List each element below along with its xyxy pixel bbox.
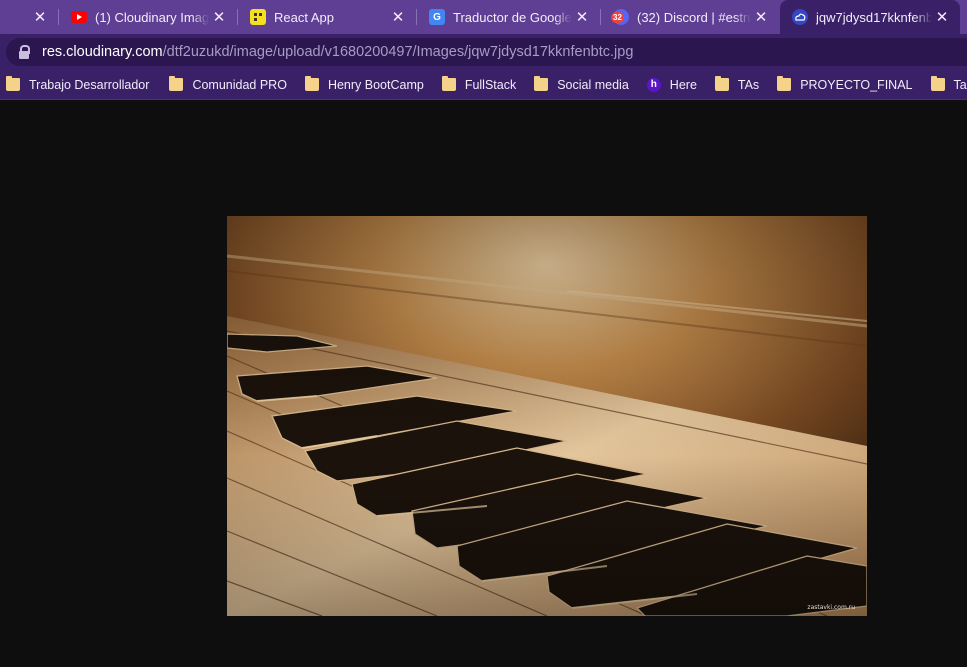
tab-strip: ✕ (1) Cloudinary Image Upload ✕ React Ap… [0, 0, 967, 34]
piano-keys-image[interactable]: zastavki.com.ru [227, 216, 867, 616]
tab-title: jqw7jdysd17kknfenbtc.jpg [816, 9, 932, 25]
henry-icon: h [646, 77, 661, 92]
tab-cloudinary-upload[interactable]: (1) Cloudinary Image Upload ✕ [59, 0, 237, 34]
bookmark-label: Henry BootCamp [327, 77, 424, 92]
bookmark-label: PROYECTO_FINAL [800, 77, 913, 92]
browser-toolbar: res.cloudinary.com/dtf2uzukd/image/uploa… [0, 34, 967, 70]
tab-hidden[interactable]: ✕ [0, 0, 58, 34]
piano-photo-art [227, 216, 867, 616]
folder-icon [6, 76, 20, 91]
bookmark-label: Comunidad PRO [192, 77, 287, 92]
close-icon[interactable]: ✕ [388, 7, 408, 27]
bookmark-label: Here [669, 77, 697, 92]
google-translate-icon: G [429, 9, 445, 25]
react-app-icon [250, 9, 266, 25]
folder-icon [930, 76, 945, 91]
bookmark-proyecto-final[interactable]: PROYECTO_FINAL [777, 70, 913, 99]
close-icon[interactable]: ✕ [751, 7, 771, 27]
bookmark-social-media[interactable]: Social media [534, 70, 629, 99]
bookmark-tas[interactable]: TAs [714, 70, 760, 99]
bookmark-tareas-pf[interactable]: Tareas PF [930, 70, 967, 99]
tab-title: Traductor de Google [453, 9, 572, 25]
tab-google-translate[interactable]: G Traductor de Google ✕ [417, 0, 600, 34]
image-watermark: zastavki.com.ru [807, 604, 855, 611]
bookmark-label: Trabajo Desarrollador [29, 77, 150, 92]
tab-title: (32) Discord | #estructura [637, 9, 751, 25]
bookmark-fullstack[interactable]: FullStack [441, 70, 517, 99]
bookmark-henry-bootcamp[interactable]: Henry BootCamp [304, 70, 424, 99]
folder-icon [441, 76, 456, 91]
bookmark-here[interactable]: h Here [646, 70, 697, 99]
close-icon[interactable]: ✕ [572, 7, 592, 27]
notification-badge: 32 [611, 12, 624, 23]
tab-active-image[interactable]: jqw7jdysd17kknfenbtc.jpg ✕ [780, 0, 960, 34]
bookmark-trabajo-desarrollador[interactable]: Trabajo Desarrollador [6, 70, 150, 99]
bookmark-label: TAs [737, 77, 760, 92]
folder-icon [714, 76, 729, 91]
folder-icon [169, 76, 184, 91]
folder-icon [534, 76, 549, 91]
youtube-icon [71, 9, 87, 25]
close-icon[interactable]: ✕ [30, 7, 50, 27]
close-icon[interactable]: ✕ [932, 7, 952, 27]
discord-icon: 32 [611, 9, 629, 25]
url-host: res.cloudinary.com [42, 44, 163, 60]
bookmark-label: FullStack [464, 77, 517, 92]
bookmark-comunidad-pro[interactable]: Comunidad PRO [169, 70, 287, 99]
address-bar[interactable]: res.cloudinary.com/dtf2uzukd/image/uploa… [6, 38, 967, 66]
tab-discord[interactable]: 32 (32) Discord | #estructura ✕ [601, 0, 779, 34]
tab-title: (1) Cloudinary Image Upload [95, 9, 209, 25]
lock-icon[interactable] [18, 45, 30, 59]
folder-icon [304, 76, 319, 91]
tab-react-app[interactable]: React App ✕ [238, 0, 416, 34]
close-icon[interactable]: ✕ [209, 7, 229, 27]
tab-title: React App [274, 9, 334, 25]
image-viewer: zastavki.com.ru [0, 101, 967, 667]
bookmarks-bar: Trabajo Desarrollador Comunidad PRO Henr… [0, 70, 967, 100]
folder-icon [777, 76, 792, 91]
url-text[interactable]: res.cloudinary.com/dtf2uzukd/image/uploa… [42, 44, 633, 60]
url-path: /dtf2uzukd/image/upload/v1680200497/Imag… [162, 44, 634, 60]
cloudinary-icon [792, 9, 808, 25]
bookmark-label: Tareas PF [953, 77, 967, 92]
bookmark-label: Social media [557, 77, 629, 92]
